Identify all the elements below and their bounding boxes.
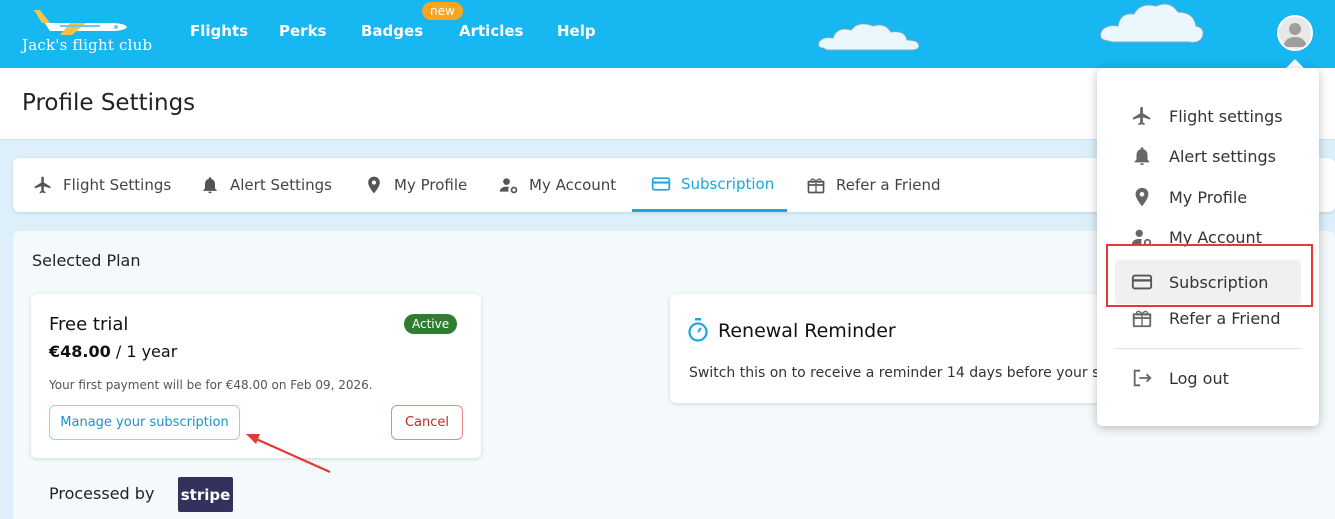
menu-item-flight-settings[interactable]: Flight settings — [1115, 98, 1301, 134]
menu-item-label: Flight settings — [1169, 106, 1283, 126]
top-navbar: Jack's flight club Flights Perks Badges … — [0, 0, 1335, 68]
annotation-arrow — [246, 434, 331, 474]
user-gear-icon — [499, 178, 518, 194]
cloud-icon — [818, 23, 920, 51]
plan-price: €48.00 / 1 year — [49, 342, 177, 361]
menu-item-alert-settings[interactable]: Alert settings — [1115, 138, 1301, 174]
manage-subscription-button[interactable]: Manage your subscription — [49, 405, 240, 440]
selected-plan-heading: Selected Plan — [32, 251, 141, 270]
menu-item-my-account[interactable]: My Account — [1115, 219, 1301, 255]
price-period: / 1 year — [110, 342, 178, 361]
cancel-button[interactable]: Cancel — [391, 405, 463, 440]
tab-label: My Account — [529, 176, 617, 194]
tab-refer-a-friend[interactable]: Refer a Friend — [806, 158, 941, 212]
bell-icon — [1134, 147, 1150, 166]
menu-item-label: Log out — [1169, 368, 1229, 388]
tab-label: My Profile — [394, 176, 468, 194]
bell-icon — [203, 177, 217, 194]
nav-flights[interactable]: Flights — [190, 22, 248, 40]
user-gear-icon — [1131, 229, 1152, 247]
price-amount: €48.00 — [49, 342, 111, 361]
plane-icon — [34, 176, 51, 194]
credit-card-icon — [651, 176, 671, 191]
new-badge: new — [422, 2, 463, 20]
user-icon — [1283, 23, 1307, 47]
tab-label: Subscription — [681, 174, 775, 193]
location-pin-icon — [1135, 187, 1149, 207]
menu-item-refer-a-friend[interactable]: Refer a Friend — [1115, 300, 1301, 336]
nav-articles[interactable]: Articles — [459, 22, 523, 40]
menu-item-my-profile[interactable]: My Profile — [1115, 179, 1301, 215]
tab-flight-settings[interactable]: Flight Settings — [33, 158, 171, 212]
renewal-reminder-card: Renewal Reminder Switch this on to recei… — [670, 294, 1120, 403]
logo-text[interactable]: Jack's flight club — [22, 36, 152, 54]
stripe-logo: stripe — [178, 477, 233, 512]
credit-card-icon — [1131, 274, 1153, 290]
cloud-icon — [1099, 3, 1204, 43]
menu-item-label: Refer a Friend — [1169, 308, 1281, 328]
logo-plane-icon — [34, 10, 127, 35]
menu-item-label: Alert settings — [1169, 146, 1276, 166]
gift-icon — [807, 178, 825, 194]
user-avatar[interactable] — [1277, 15, 1313, 51]
renewal-description: Switch this on to receive a reminder 14 … — [689, 365, 1120, 381]
processed-by-label: Processed by — [49, 484, 155, 503]
plan-name: Free trial — [49, 314, 129, 335]
status-badge: Active — [404, 314, 458, 334]
tab-label: Refer a Friend — [836, 176, 941, 194]
user-dropdown-menu: Flight settings Alert settings My Profil… — [1097, 68, 1319, 426]
gift-icon — [1132, 310, 1152, 328]
plane-icon — [1132, 106, 1151, 126]
first-payment-note: Your first payment will be for €48.00 on… — [49, 378, 373, 392]
menu-item-label: My Account — [1169, 227, 1262, 247]
tab-label: Alert Settings — [230, 176, 332, 194]
menu-item-subscription[interactable]: Subscription — [1115, 260, 1301, 304]
nav-badges[interactable]: Badges — [361, 22, 423, 40]
logout-icon — [1133, 369, 1152, 387]
nav-help[interactable]: Help — [557, 22, 596, 40]
tab-subscription[interactable]: Subscription — [632, 158, 787, 212]
menu-item-label: My Profile — [1169, 187, 1248, 207]
tab-my-profile[interactable]: My Profile — [364, 158, 467, 212]
page-title: Profile Settings — [22, 90, 196, 116]
nav-perks[interactable]: Perks — [279, 22, 326, 40]
timer-icon — [688, 318, 708, 342]
location-pin-icon — [368, 176, 380, 194]
tab-label: Flight Settings — [63, 176, 172, 194]
menu-divider — [1115, 348, 1301, 349]
tab-alert-settings[interactable]: Alert Settings — [200, 158, 332, 212]
menu-item-log-out[interactable]: Log out — [1115, 360, 1301, 396]
renewal-title: Renewal Reminder — [718, 320, 896, 342]
tab-my-account[interactable]: My Account — [499, 158, 616, 212]
menu-item-label: Subscription — [1169, 272, 1269, 292]
